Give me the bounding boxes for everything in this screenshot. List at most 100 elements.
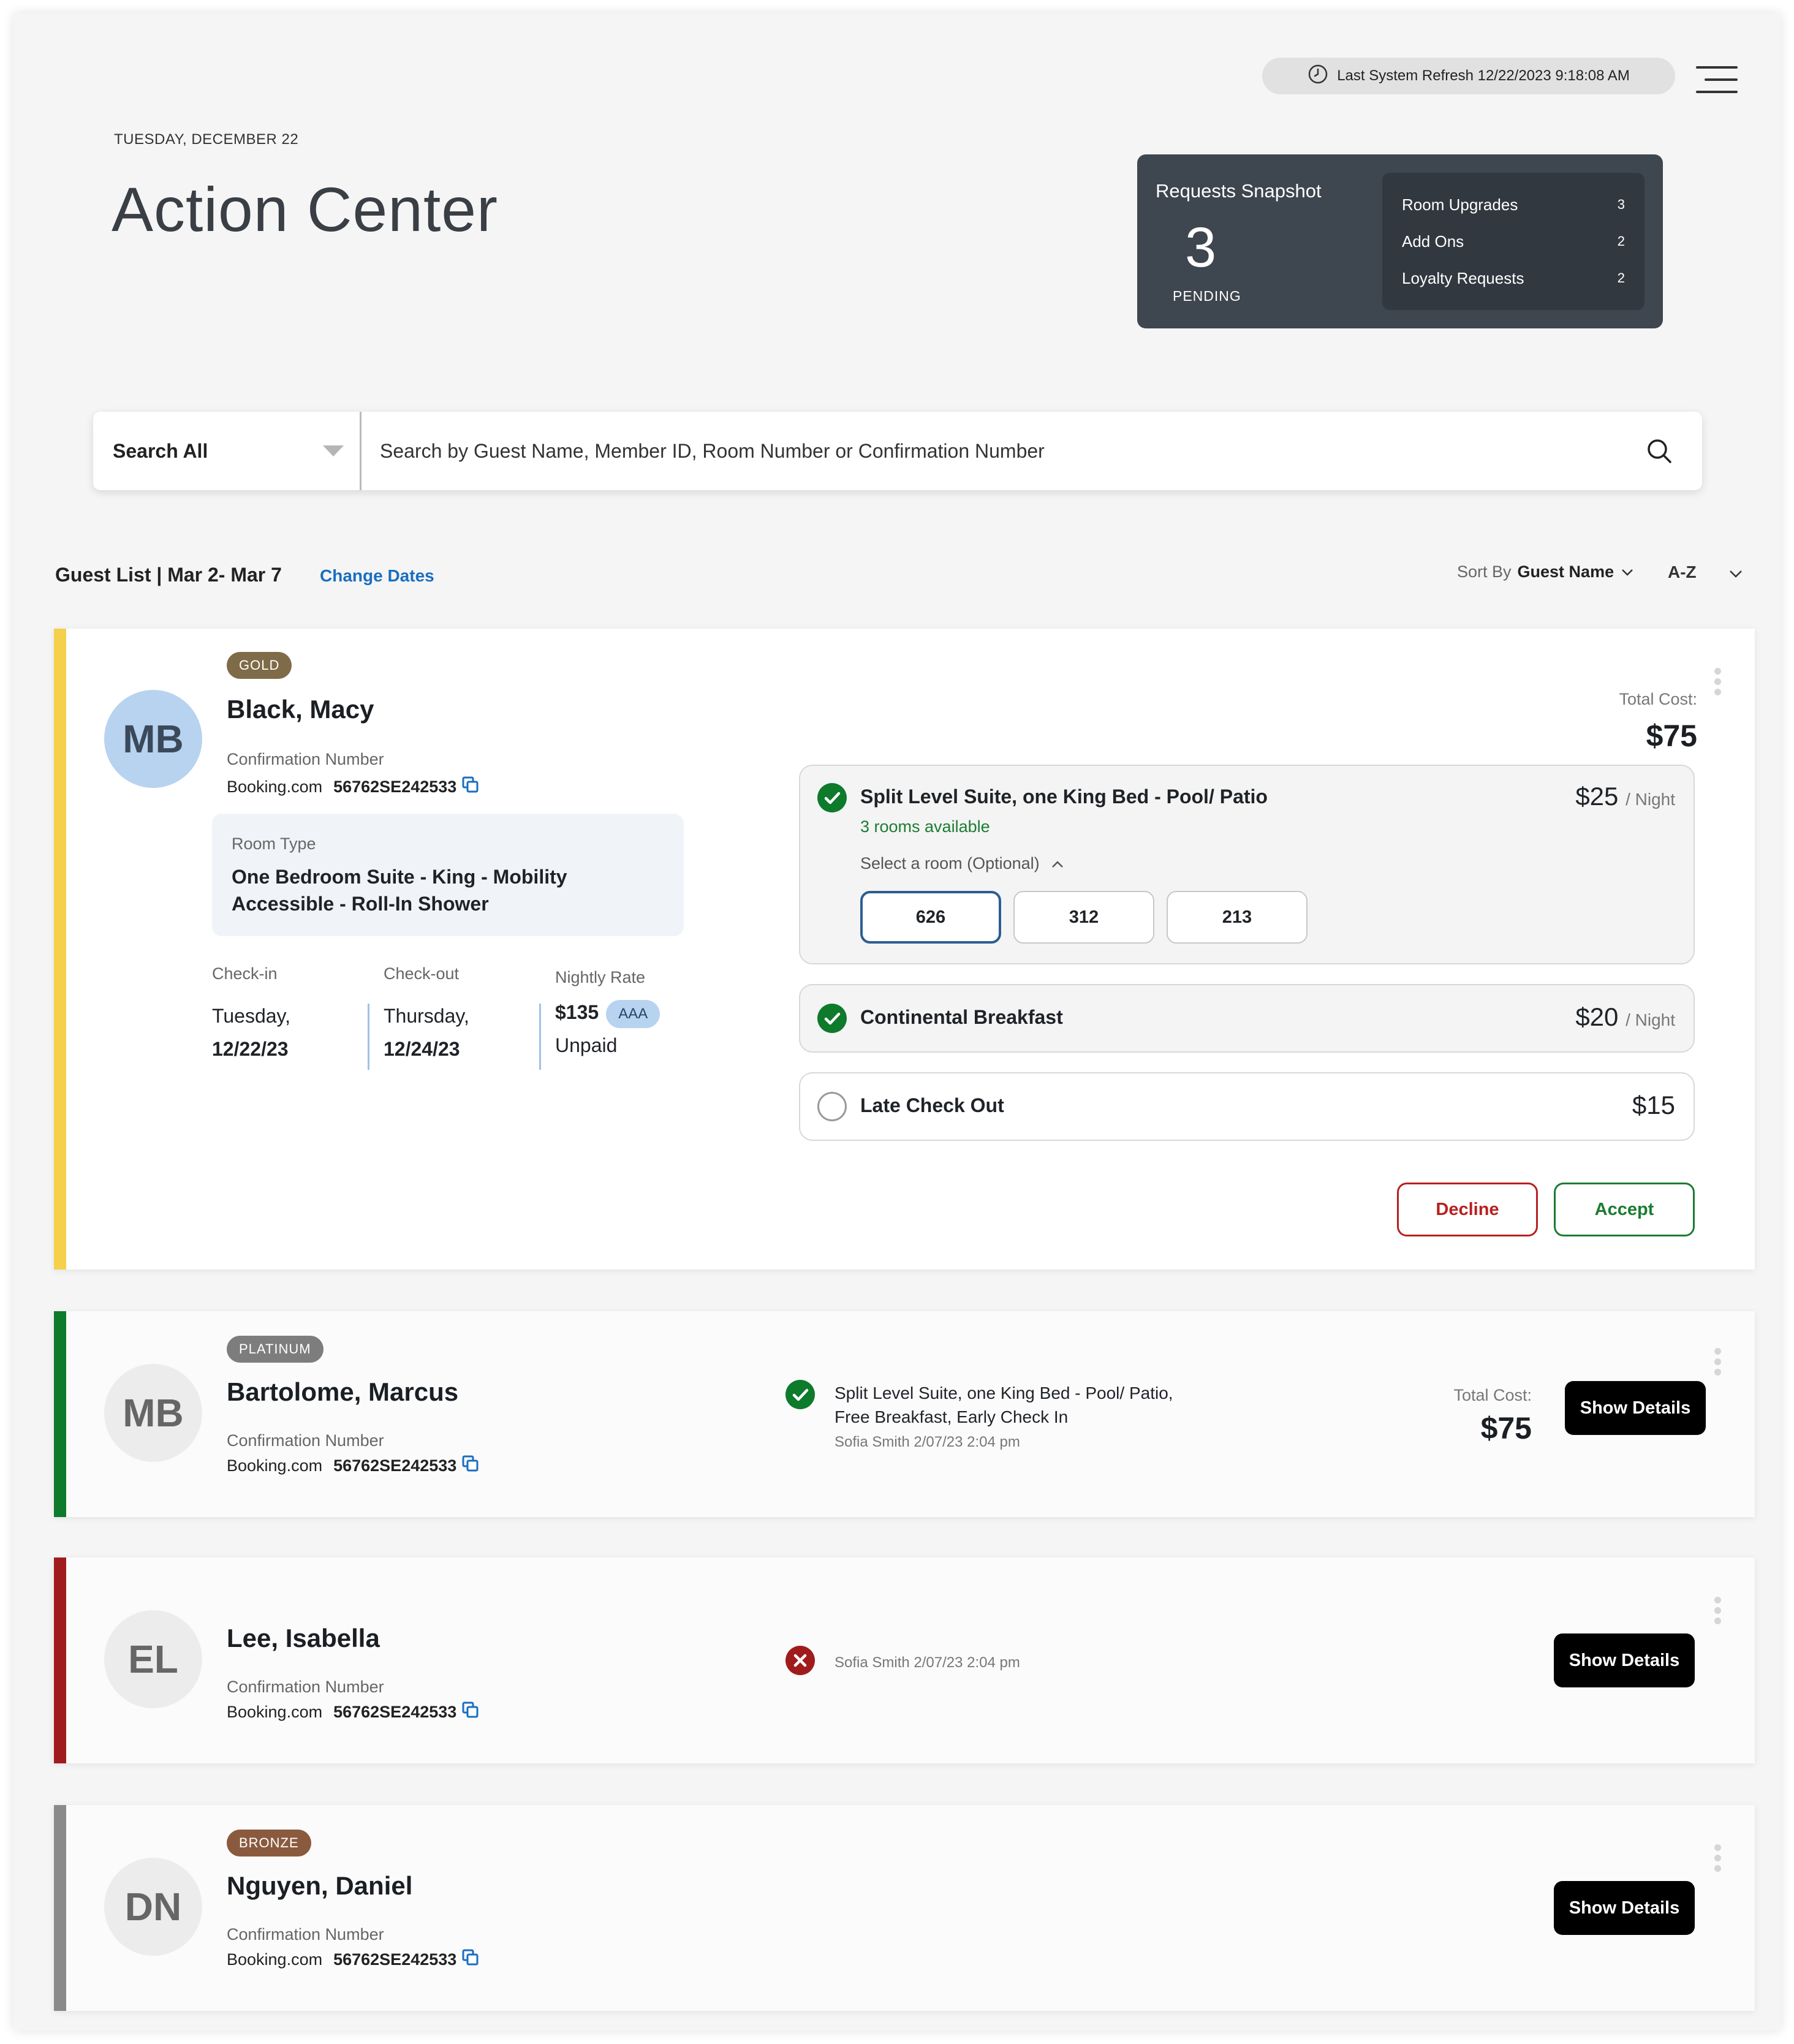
guest-name[interactable]: Nguyen, Daniel: [227, 1871, 412, 1901]
option-name: Continental Breakfast: [860, 1006, 1063, 1028]
date-label: TUESDAY, DECEMBER 22: [114, 131, 299, 148]
check-in: Check-in Tuesday, 12/22/23: [212, 964, 291, 1060]
copy-icon[interactable]: [461, 1701, 480, 1724]
show-details-button[interactable]: Show Details: [1554, 1633, 1695, 1687]
accept-button[interactable]: Accept: [1554, 1183, 1695, 1236]
confirmation-label: Confirmation Number: [227, 1678, 384, 1696]
room-type-label: Room Type: [232, 835, 316, 853]
confirmation-value: Booking.com 56762SE242533: [227, 1948, 480, 1971]
chevron-down-icon[interactable]: [1728, 569, 1744, 583]
confirmation-label: Confirmation Number: [227, 1925, 384, 1944]
room-type-value: One Bedroom Suite - King - Mobility Acce…: [232, 866, 567, 915]
copy-icon[interactable]: [461, 1455, 480, 1477]
change-dates-link[interactable]: Change Dates: [320, 566, 434, 586]
option-continental-breakfast[interactable]: Continental Breakfast $20 / Night: [799, 984, 1695, 1053]
snapshot-item-add-ons[interactable]: Add Ons 2: [1402, 223, 1625, 260]
confirmation-value: Booking.com 56762SE242533: [227, 1455, 480, 1477]
request-summary: Sofia Smith 2/07/23 2:04 pm: [835, 1649, 1020, 1675]
confirmation-label: Confirmation Number: [227, 1431, 384, 1450]
page-title: Action Center: [112, 175, 498, 244]
divider: [539, 1004, 541, 1070]
search-scope-dropdown[interactable]: Search All: [93, 412, 361, 490]
checkmark-icon[interactable]: [817, 783, 847, 812]
tier-badge-platinum: PLATINUM: [227, 1336, 324, 1363]
approved-check-icon: [785, 1380, 815, 1409]
snapshot-pending-label: PENDING: [1173, 288, 1241, 304]
divider: [368, 1004, 369, 1070]
snapshot-title: Requests Snapshot: [1156, 180, 1322, 202]
guest-card-bartolome-marcus: MB PLATINUM Bartolome, Marcus Confirmati…: [54, 1311, 1755, 1517]
avatar: MB: [104, 1364, 202, 1462]
sort-by-dropdown[interactable]: Sort By Guest Name: [1457, 562, 1635, 581]
more-options-icon[interactable]: [1714, 668, 1722, 699]
rate-status: Unpaid: [555, 1034, 618, 1056]
option-price: $20 / Night: [1575, 1002, 1675, 1031]
select-room-toggle[interactable]: Select a room (Optional): [860, 854, 1064, 873]
availability-text: 3 rooms available: [860, 817, 990, 836]
guest-card-black-macy: MB GOLD Black, Macy Confirmation Number …: [54, 629, 1755, 1270]
clock-icon: [1308, 64, 1328, 89]
avatar: DN: [104, 1858, 202, 1956]
triangle-down-icon: [322, 440, 345, 463]
snapshot-item-loyalty-requests[interactable]: Loyalty Requests 2: [1402, 260, 1625, 297]
search-scope-label: Search All: [113, 439, 208, 462]
unchecked-circle-icon[interactable]: [817, 1092, 847, 1121]
total-cost-label: Total Cost:: [1453, 1386, 1532, 1404]
search-icon[interactable]: [1641, 437, 1678, 464]
requests-snapshot-panel: Requests Snapshot 3 PENDING Room Upgrade…: [1137, 154, 1663, 328]
room-button-312[interactable]: 312: [1013, 891, 1154, 944]
guest-name[interactable]: Lee, Isabella: [227, 1624, 380, 1653]
more-options-icon[interactable]: [1714, 1597, 1722, 1628]
declined-x-icon: [785, 1646, 815, 1675]
option-name: Late Check Out: [860, 1094, 1004, 1116]
show-details-button[interactable]: Show Details: [1565, 1381, 1706, 1435]
guest-card-nguyen-daniel: DN BRONZE Nguyen, Daniel Confirmation Nu…: [54, 1805, 1755, 2011]
sort-field: Guest Name: [1517, 562, 1614, 581]
option-late-check-out[interactable]: Late Check Out $15: [799, 1072, 1695, 1141]
sort-order-label[interactable]: A-Z: [1668, 562, 1697, 582]
tier-badge-bronze: BRONZE: [227, 1830, 311, 1857]
sort-by-label: Sort By: [1457, 562, 1512, 581]
snapshot-breakdown: Room Upgrades 3 Add Ons 2 Loyalty Requests…: [1382, 173, 1644, 310]
option-name: Split Level Suite, one King Bed - Pool/ …: [860, 785, 1268, 808]
check-out: Check-out Thursday, 12/24/23: [384, 964, 469, 1060]
app-frame: Last System Refresh 12/22/2023 9:18:08 A…: [13, 13, 1781, 2031]
avatar: MB: [104, 690, 202, 788]
option-room-upgrade[interactable]: Split Level Suite, one King Bed - Pool/ …: [799, 765, 1695, 964]
request-summary: Split Level Suite, one King Bed - Pool/ …: [835, 1381, 1173, 1454]
chevron-up-icon: [1051, 854, 1064, 873]
tier-badge-gold: GOLD: [227, 652, 292, 679]
guest-card-lee-isabella: EL Lee, Isabella Confirmation Number Boo…: [54, 1558, 1755, 1763]
more-options-icon[interactable]: [1714, 1844, 1722, 1876]
hamburger-menu-icon[interactable]: [1696, 66, 1738, 96]
request-meta: Sofia Smith 2/07/23 2:04 pm: [835, 1654, 1020, 1671]
guest-name[interactable]: Black, Macy: [227, 695, 374, 724]
option-price: $15: [1632, 1091, 1675, 1119]
confirmation-value: Booking.com 56762SE242533: [227, 776, 480, 798]
show-details-button[interactable]: Show Details: [1554, 1881, 1695, 1935]
search-input[interactable]: [361, 412, 1641, 490]
room-button-213[interactable]: 213: [1167, 891, 1308, 944]
request-meta: Sofia Smith 2/07/23 2:04 pm: [835, 1434, 1020, 1450]
total-cost-value: $75: [1646, 719, 1697, 753]
room-type-box: Room Type One Bedroom Suite - King - Mob…: [212, 814, 684, 936]
decline-button[interactable]: Decline: [1397, 1183, 1538, 1236]
room-button-626[interactable]: 626: [860, 891, 1001, 944]
refresh-text: Last System Refresh 12/22/2023 9:18:08 A…: [1337, 67, 1630, 84]
guest-name[interactable]: Bartolome, Marcus: [227, 1377, 458, 1407]
aaa-badge: AAA: [606, 999, 660, 1028]
checkmark-icon[interactable]: [817, 1004, 847, 1033]
total-cost-value: $75: [1480, 1411, 1532, 1445]
search-bar: Search All: [93, 412, 1702, 490]
more-options-icon[interactable]: [1714, 1348, 1722, 1379]
copy-icon[interactable]: [461, 776, 480, 798]
snapshot-item-room-upgrades[interactable]: Room Upgrades 3: [1402, 186, 1625, 223]
option-price: $25 / Night: [1575, 782, 1675, 811]
total-cost-label: Total Cost:: [1619, 690, 1697, 708]
chevron-down-icon: [1620, 562, 1635, 581]
copy-icon[interactable]: [461, 1948, 480, 1971]
system-refresh-pill: Last System Refresh 12/22/2023 9:18:08 A…: [1262, 58, 1675, 94]
snapshot-pending-count: 3: [1185, 216, 1217, 279]
avatar: EL: [104, 1610, 202, 1708]
nightly-rate: Nightly Rate $135 AAA Unpaid: [555, 968, 660, 1062]
